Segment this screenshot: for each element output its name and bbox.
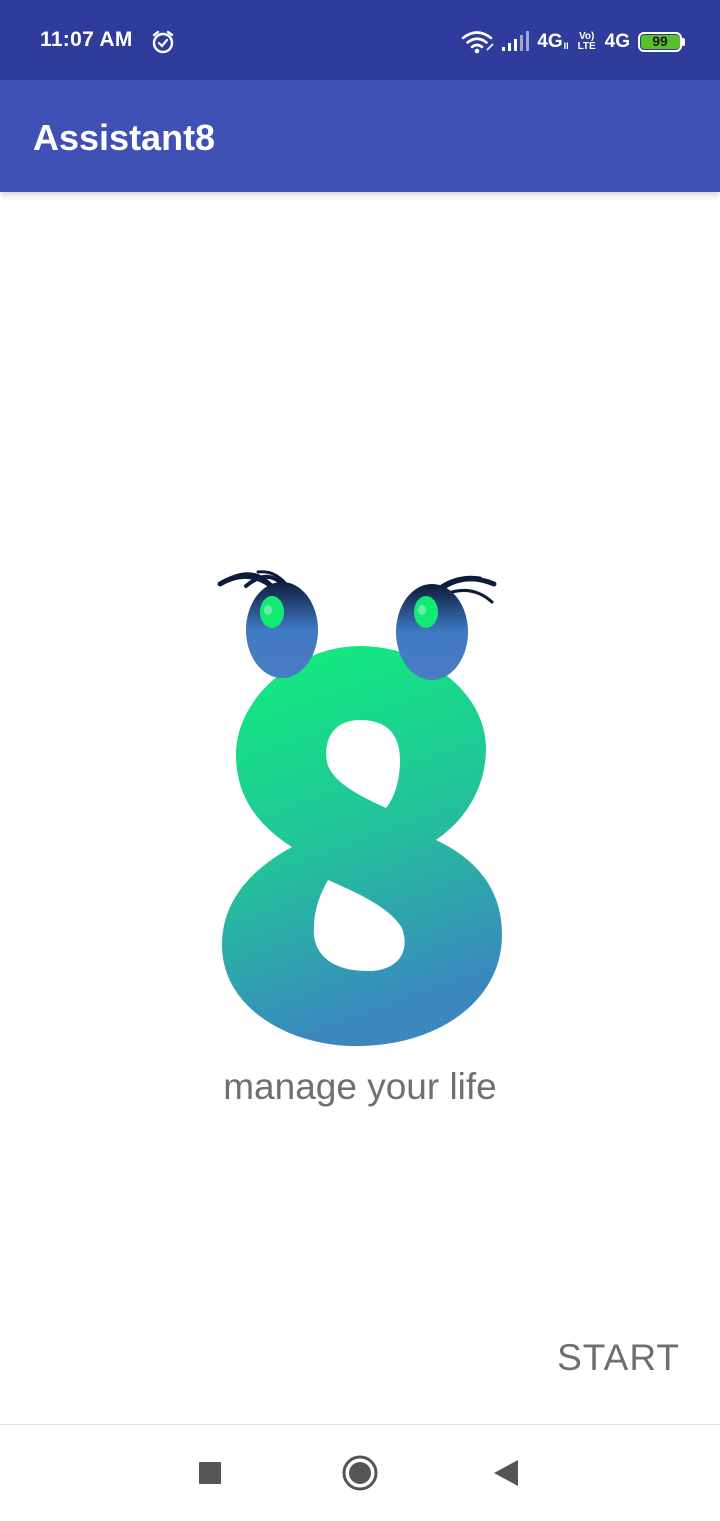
start-button[interactable]: START [557, 1337, 680, 1379]
signal-icon [502, 31, 530, 51]
right-eye [396, 575, 497, 680]
alarm-icon [152, 30, 174, 54]
app-bar: Assistant8 [0, 80, 720, 192]
left-eye [217, 570, 318, 678]
wifi-icon [461, 31, 494, 54]
status-bar: 11:07 AM 4G II Vo) LTE 4G 99 [0, 0, 720, 80]
assistant8-logo-icon [217, 570, 502, 1047]
navigation-bar [0, 1424, 720, 1521]
app-title: Assistant8 [33, 117, 216, 158]
network-activity: II [563, 41, 569, 51]
network-type-2: 4G [604, 31, 630, 52]
triangle-back-icon[interactable] [484, 1449, 532, 1497]
status-time: 11:07 AM [40, 28, 133, 51]
status-icons: 4G II Vo) LTE 4G 99 [461, 28, 685, 56]
battery-level: 99 [652, 33, 668, 49]
square-icon[interactable] [186, 1449, 234, 1497]
network-type-1: 4G [537, 31, 563, 52]
volte-indicator: Vo) LTE [575, 32, 599, 52]
volte-bottom: LTE [577, 41, 596, 52]
circle-icon[interactable] [336, 1449, 384, 1497]
tagline: manage your life [223, 1066, 497, 1107]
battery-icon: 99 [638, 32, 685, 52]
